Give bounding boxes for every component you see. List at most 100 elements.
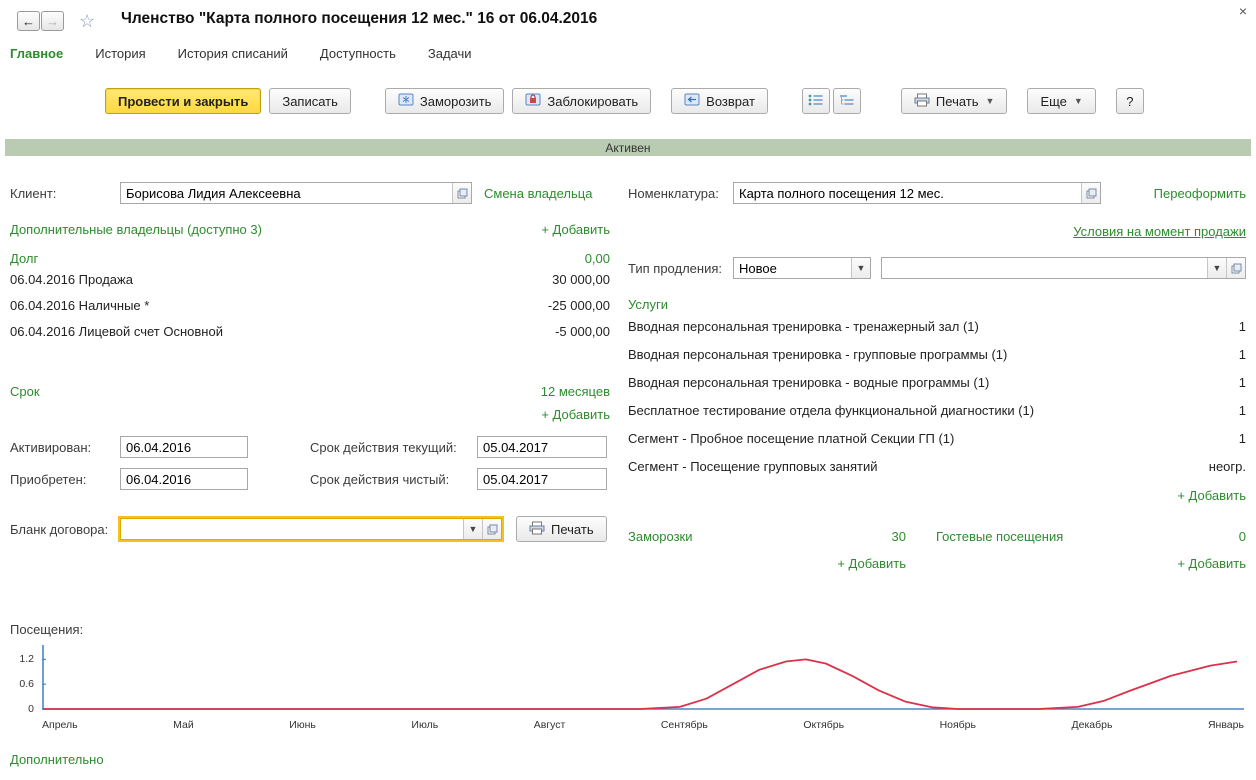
service-qty: неогр. (1209, 459, 1246, 474)
tab-availability[interactable]: Доступность (320, 46, 396, 61)
close-icon[interactable]: × (1239, 3, 1247, 19)
additional-section-link[interactable]: Дополнительно (10, 752, 104, 767)
open-record-icon[interactable] (1226, 258, 1245, 278)
add-service-link[interactable]: + Добавить (1177, 488, 1246, 503)
tab-bar: Главное История История списаний Доступн… (10, 46, 472, 61)
debt-link[interactable]: Долг (10, 251, 38, 266)
forward-button[interactable]: → (41, 11, 64, 31)
tab-history[interactable]: История (95, 46, 145, 61)
chevron-down-icon: ▼ (986, 96, 995, 106)
service-row: Сегмент - Пробное посещение платной Секц… (628, 424, 1246, 452)
dropdown-icon[interactable]: ▼ (851, 258, 870, 278)
save-button[interactable]: Записать (269, 88, 351, 114)
y-axis-labels: 1.20.60 (10, 641, 38, 717)
left-column: Клиент: Смена владельца Дополнительные в… (10, 170, 610, 542)
x-axis-month-label: Декабрь (1072, 719, 1113, 731)
printer-icon (914, 93, 930, 110)
x-axis-month-label: Июль (411, 719, 438, 731)
additional-label[interactable]: Дополнительно (10, 752, 104, 767)
contract-label: Бланк договора: (10, 522, 120, 537)
list-view-button[interactable] (802, 88, 830, 114)
reissue-link[interactable]: Переоформить (1154, 186, 1246, 201)
help-button[interactable]: ? (1116, 88, 1144, 114)
add-guest-visit-link[interactable]: + Добавить (1177, 556, 1246, 571)
activated-row: Активирован: Срок действия текущий: (10, 436, 610, 458)
contract-print-button[interactable]: Печать (516, 516, 607, 542)
net-term-field (477, 468, 607, 490)
x-axis-month-label: Август (534, 719, 566, 731)
hierarchical-list-icon (839, 94, 854, 109)
open-record-icon[interactable] (482, 519, 501, 539)
visits-plot (42, 641, 1244, 717)
freezes-link[interactable]: Заморозки (628, 529, 692, 544)
renewal-type-input[interactable] (734, 258, 851, 278)
freezes-block: Заморозки 30 (628, 529, 906, 544)
client-input[interactable] (121, 183, 452, 203)
guest-visits-link[interactable]: Гостевые посещения (936, 529, 1063, 544)
add-owner-link[interactable]: + Добавить (541, 222, 610, 237)
services-header-row: Услуги (628, 297, 1246, 312)
tab-tasks[interactable]: Задачи (428, 46, 472, 61)
change-owner-link[interactable]: Смена владельца (484, 186, 592, 201)
client-row: Клиент: Смена владельца (10, 182, 610, 204)
current-term-label: Срок действия текущий: (310, 440, 477, 455)
guest-add-block: + Добавить (936, 556, 1246, 571)
freezes-add-block: + Добавить (628, 556, 906, 571)
dropdown-icon[interactable]: ▼ (463, 519, 482, 539)
open-record-icon[interactable] (1081, 183, 1100, 203)
favorite-star-icon[interactable]: ☆ (79, 11, 95, 32)
add-term-link[interactable]: + Добавить (541, 407, 610, 422)
y-axis-tick-label: 0.6 (19, 678, 34, 690)
dropdown-icon[interactable]: ▼ (1207, 258, 1226, 278)
block-button[interactable]: Заблокировать (512, 88, 651, 114)
service-qty: 1 (1239, 347, 1246, 362)
debt-row-name: 06.04.2016 Наличные * (10, 298, 149, 313)
add-freeze-link[interactable]: + Добавить (837, 556, 906, 571)
post-and-close-button[interactable]: Провести и закрыть (105, 88, 261, 114)
sale-terms-row: Условия на момент продажи (628, 224, 1246, 239)
service-row: Сегмент - Посещение групповых занятий не… (628, 452, 1246, 480)
guest-visits-value: 0 (1239, 529, 1246, 544)
purchased-input[interactable] (121, 469, 247, 489)
contract-input[interactable] (121, 519, 463, 539)
open-record-icon[interactable] (452, 183, 471, 203)
print-menu-button[interactable]: Печать ▼ (901, 88, 1008, 114)
current-term-input[interactable] (478, 437, 606, 457)
service-qty: 1 (1239, 403, 1246, 418)
services-link[interactable]: Услуги (628, 297, 668, 312)
service-name: Сегмент - Посещение групповых занятий (628, 459, 877, 474)
nomenclature-label: Номенклатура: (628, 186, 733, 201)
debt-row: 06.04.2016 Наличные * -25 000,00 (10, 292, 610, 318)
net-term-label: Срок действия чистый: (310, 472, 477, 487)
debt-row-name: 06.04.2016 Лицевой счет Основной (10, 324, 223, 339)
more-menu-button[interactable]: Еще ▼ (1027, 88, 1095, 114)
term-link[interactable]: Срок (10, 384, 40, 399)
tab-writeoff-history[interactable]: История списаний (178, 46, 288, 61)
freeze-icon (398, 93, 414, 109)
tree-view-button[interactable] (833, 88, 861, 114)
back-button[interactable]: ← (17, 11, 40, 31)
visits-chart: 1.20.60 АпрельМайИюньИюльАвгустСентябрьО… (10, 641, 1244, 737)
debt-row-amount: -5 000,00 (555, 324, 610, 339)
service-qty: 1 (1239, 319, 1246, 334)
debt-row: 06.04.2016 Продажа 30 000,00 (10, 266, 610, 292)
renewal-label: Тип продления: (628, 261, 733, 276)
guest-visits-block: Гостевые посещения 0 (936, 529, 1246, 544)
x-axis-month-label: Сентябрь (661, 719, 708, 731)
sale-terms-link[interactable]: Условия на момент продажи (1073, 224, 1246, 239)
nomenclature-row: Номенклатура: Переоформить (628, 182, 1246, 204)
freeze-button[interactable]: Заморозить (385, 88, 505, 114)
tab-main[interactable]: Главное (10, 46, 63, 61)
net-term-input[interactable] (478, 469, 606, 489)
additional-owners-link[interactable]: Дополнительные владельцы (доступно 3) (10, 222, 262, 237)
renewal-card-input[interactable] (882, 258, 1207, 278)
toolbar: Провести и закрыть Записать Заморозить З… (0, 87, 1256, 115)
term-header-row: Срок 12 месяцев (10, 384, 610, 399)
nomenclature-input[interactable] (734, 183, 1081, 203)
activated-input[interactable] (121, 437, 247, 457)
purchased-label: Приобретен: (10, 472, 120, 487)
debt-total: 0,00 (585, 251, 610, 266)
debt-row-amount: -25 000,00 (548, 298, 610, 313)
refund-button[interactable]: Возврат (671, 88, 768, 114)
debt-header-row: Долг 0,00 (10, 251, 610, 266)
